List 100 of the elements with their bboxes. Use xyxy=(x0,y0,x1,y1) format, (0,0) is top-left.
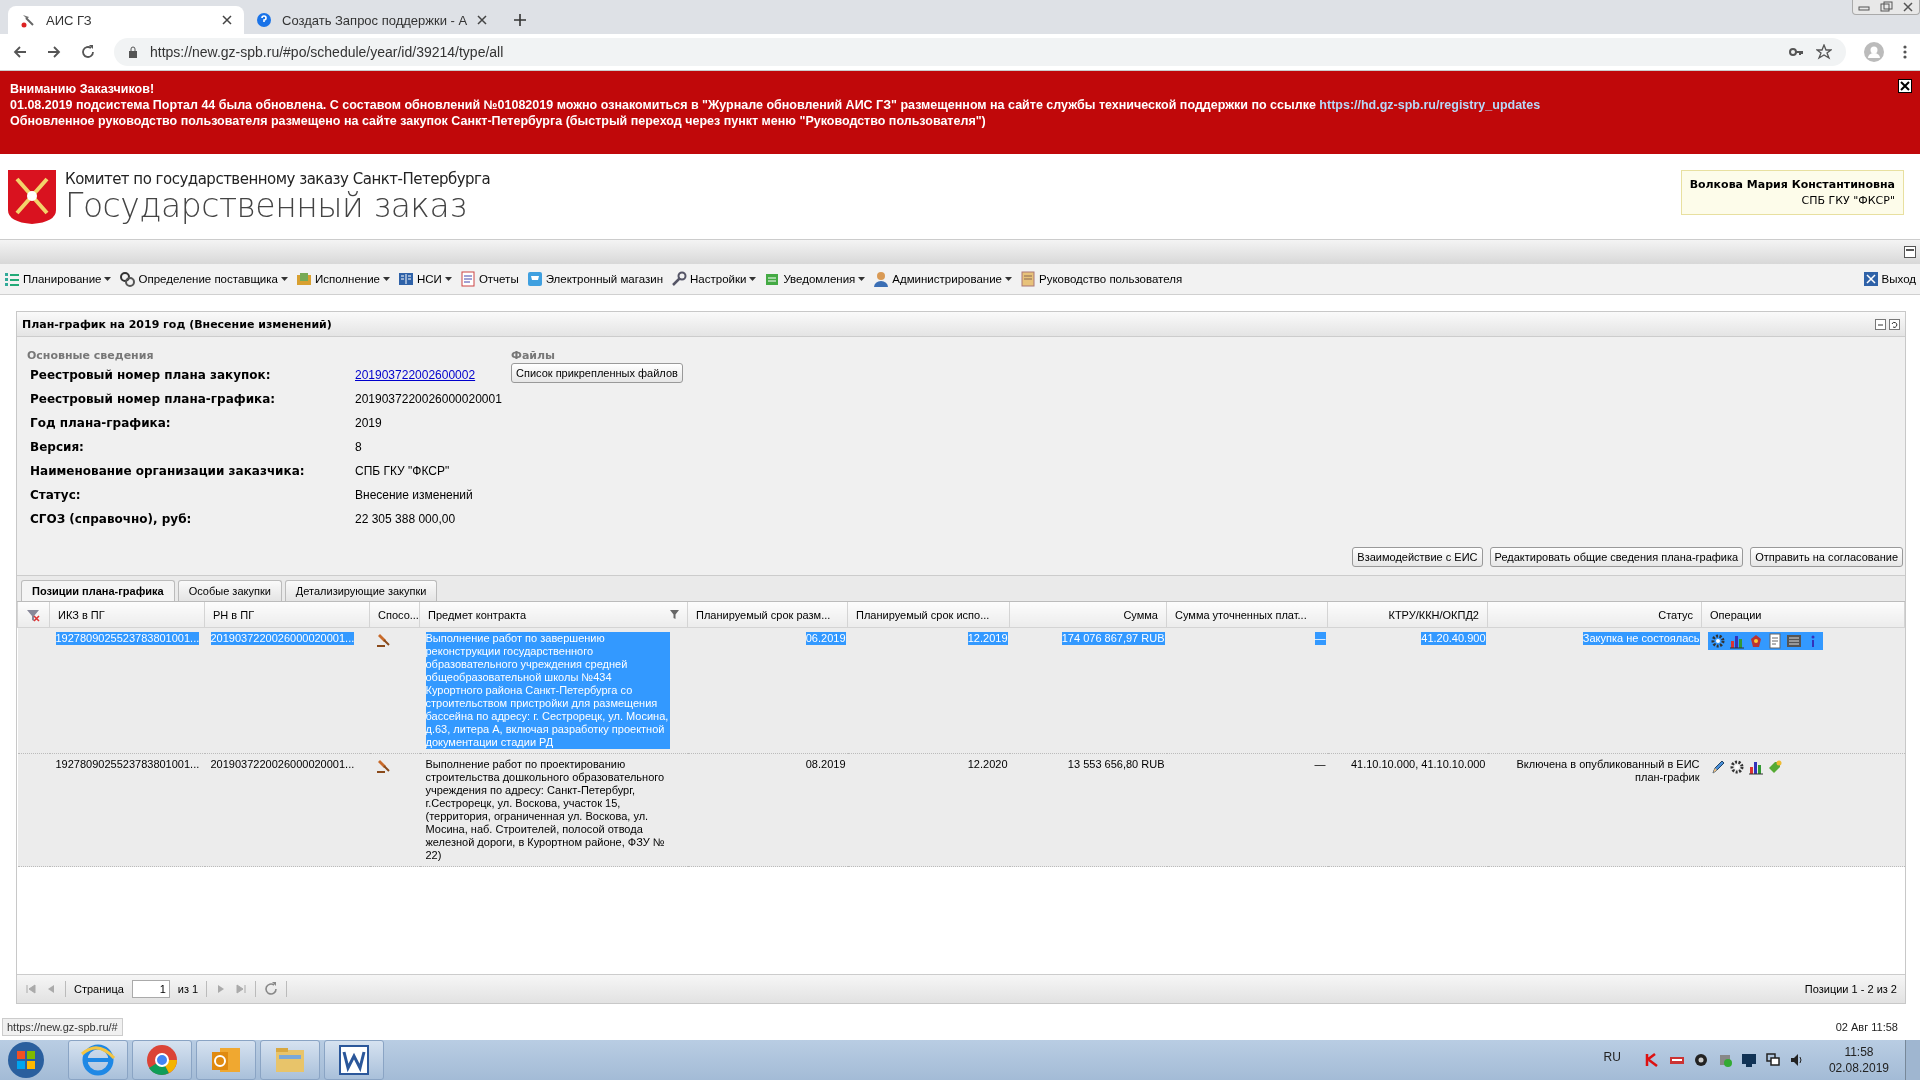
column-header[interactable]: Спосо... xyxy=(369,602,420,628)
clear-filter-icon[interactable] xyxy=(26,607,40,622)
help-icon xyxy=(256,12,272,28)
tab[interactable]: Позиции плана-графика xyxy=(21,580,175,601)
gear-icon[interactable] xyxy=(1728,759,1745,775)
start-button-icon[interactable] xyxy=(6,1040,46,1080)
menu-icon xyxy=(459,271,476,287)
table-cell: 2019037220026000020001... xyxy=(210,758,355,771)
table-cell: 13 553 656,80 RUB xyxy=(1067,758,1165,771)
menu-icon xyxy=(1020,271,1036,287)
files-button[interactable]: Список прикрепленных файлов xyxy=(511,363,683,383)
column-header[interactable]: ИКЗ в ПГ xyxy=(49,602,205,628)
table-cell: Закупка не состоялась xyxy=(1582,632,1700,645)
gear-icon[interactable] xyxy=(1709,633,1726,649)
user-organization: СПБ ГКУ "ФКСР" xyxy=(1800,194,1895,207)
gavel-icon xyxy=(375,758,392,774)
menu-item[interactable]: Исполнение xyxy=(296,271,390,287)
clock[interactable]: 11:58 02.08.2019 xyxy=(1828,1044,1889,1076)
new-tab-icon[interactable] xyxy=(513,13,528,27)
minimize-icon[interactable] xyxy=(1875,318,1886,330)
menu-icon xyxy=(764,271,781,287)
tray-icon[interactable] xyxy=(1740,1052,1757,1068)
menu-icon xyxy=(296,271,312,287)
table-cell: 2019037220026000020001... xyxy=(210,632,355,645)
menu-item[interactable]: Электронный магазин xyxy=(526,271,663,287)
action-button[interactable]: Отправить на согласование xyxy=(1750,547,1903,567)
close-icon[interactable] xyxy=(222,15,232,25)
menu-item[interactable]: Руководство пользователя xyxy=(1020,271,1183,287)
chart-icon[interactable] xyxy=(1747,759,1764,775)
field-label: Версия: xyxy=(30,439,85,456)
column-header[interactable]: Операции xyxy=(1701,602,1905,628)
gavel-icon xyxy=(375,632,392,648)
column-header[interactable]: Сумма xyxy=(1009,602,1167,628)
back-icon[interactable] xyxy=(12,44,28,60)
field-value: 8 xyxy=(355,439,363,456)
pencil-icon[interactable] xyxy=(1709,759,1726,775)
page-number-field[interactable]: 1 xyxy=(131,980,170,998)
menu-item[interactable]: НСИ xyxy=(398,271,452,287)
tab[interactable]: Детализирующие закупки xyxy=(284,580,438,601)
banner-title: Вниманию Заказчиков! xyxy=(10,81,156,97)
taskbar-app[interactable] xyxy=(324,1040,384,1080)
hammer-icon xyxy=(20,12,36,28)
menu-icon xyxy=(671,271,687,287)
tray-icon[interactable] xyxy=(1788,1052,1805,1068)
server-time: 02 Авг 11:58 xyxy=(1835,1021,1898,1033)
banner-link[interactable]: https://hd.gz-spb.ru/registry_updates xyxy=(1319,98,1541,112)
menu-icon xyxy=(398,271,414,287)
menu-item[interactable]: Настройки xyxy=(671,271,757,287)
forward-icon[interactable] xyxy=(46,44,62,60)
menu-item[interactable]: Определение поставщика xyxy=(119,271,288,287)
tray-icon[interactable] xyxy=(1692,1052,1709,1068)
exit-button[interactable]: Выход xyxy=(1862,271,1916,287)
collapse-icon[interactable] xyxy=(1904,246,1916,258)
menu-item[interactable]: Администрирование xyxy=(873,271,1012,287)
table-cell: 41.20.40.900 xyxy=(1421,632,1486,645)
column-header[interactable]: Предмет контракта xyxy=(419,602,688,628)
exit-icon xyxy=(1862,271,1879,287)
tab-title: АИС ГЗ xyxy=(46,12,93,28)
table-cell-text: Включена в опубликованный в ЕИС план-график xyxy=(1515,758,1700,784)
column-header[interactable]: РН в ПГ xyxy=(204,602,370,628)
more-icon[interactable] xyxy=(1902,44,1908,60)
site-title: Государственный заказ xyxy=(65,187,467,224)
column-header[interactable]: Планируемый срок разм... xyxy=(687,602,848,628)
star-icon[interactable] xyxy=(1816,44,1832,60)
taskbar-app[interactable] xyxy=(132,1040,192,1080)
browser-tab[interactable]: Создать Запрос поддержки - А xyxy=(244,6,500,34)
menu-item[interactable]: Отчеты xyxy=(459,271,519,287)
field-label: Год плана-графика: xyxy=(30,415,172,432)
language-indicator[interactable]: RU xyxy=(1603,1050,1621,1064)
tray-icon[interactable] xyxy=(1764,1052,1781,1068)
filter-icon[interactable] xyxy=(670,610,679,619)
address-field[interactable]: https://new.gz-spb.ru/#po/schedule/year/id/39214/type/all xyxy=(114,38,1846,66)
page-label: Страница xyxy=(74,983,124,995)
close-icon[interactable] xyxy=(477,15,488,25)
column-header[interactable] xyxy=(17,602,50,628)
emblem-icon xyxy=(7,168,57,225)
menu-item[interactable]: Уведомления xyxy=(764,271,866,287)
action-button[interactable]: Взаимодействие с ЕИС xyxy=(1352,547,1483,567)
table-cell: 12.2019 xyxy=(967,632,1008,645)
menu-item[interactable]: Планирование xyxy=(4,271,112,287)
field-value: СПБ ГКУ "ФКСР" xyxy=(355,463,451,480)
user-name: Волкова Мария Константиновна xyxy=(1689,178,1895,191)
column-header[interactable]: КТРУ/ККН/ОКПД2 xyxy=(1327,602,1488,628)
close-icon[interactable] xyxy=(1898,79,1912,93)
doc-icon[interactable] xyxy=(1766,633,1783,649)
list-icon[interactable] xyxy=(1785,633,1802,649)
section-title: Основные сведения xyxy=(27,349,155,362)
column-header[interactable]: Планируемый срок испо... xyxy=(847,602,1010,628)
reload-icon[interactable] xyxy=(80,44,96,60)
tab[interactable]: Особые закупки xyxy=(177,580,282,601)
table-row[interactable] xyxy=(17,753,1905,867)
browser-tab[interactable]: АИС ГЗ xyxy=(8,6,244,34)
section-title: Файлы xyxy=(511,349,556,362)
table-cell: 1927809025523783801001... xyxy=(55,758,200,771)
action-button[interactable]: Редактировать общие сведения плана-графика xyxy=(1489,547,1744,567)
tab-title: Создать Запрос поддержки - А xyxy=(282,12,468,28)
field-link[interactable]: 201903722002600002 xyxy=(355,367,476,384)
column-header[interactable]: Сумма уточненных плат... xyxy=(1166,602,1328,628)
refresh-icon[interactable] xyxy=(1889,318,1900,330)
column-header[interactable]: Статус xyxy=(1487,602,1702,628)
